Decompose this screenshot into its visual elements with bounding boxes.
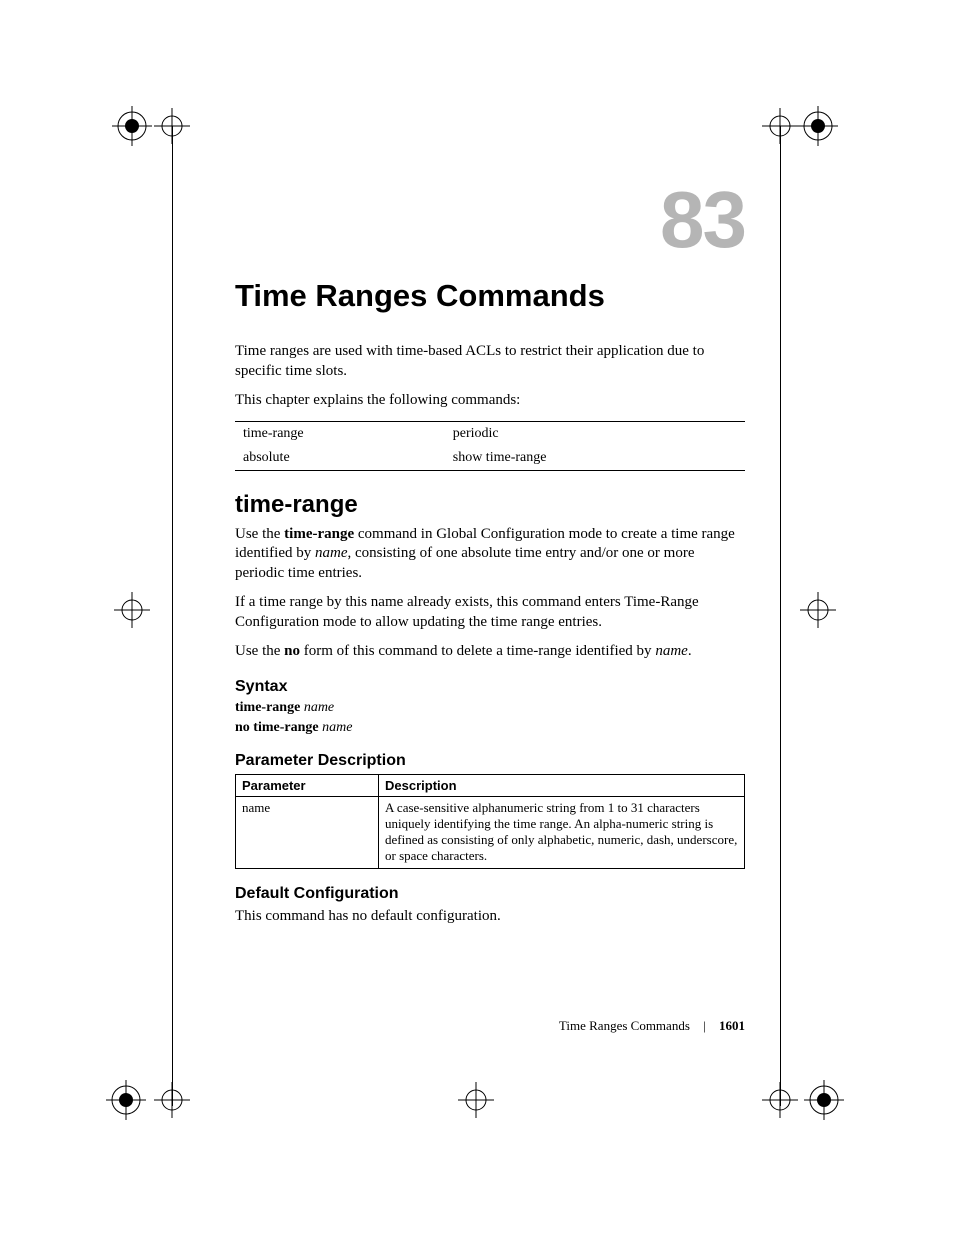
command-list-table: time-range periodic absolute show time-r… [235,421,745,471]
parameter-desc-heading: Parameter Description [235,752,745,770]
intro-paragraph: Time ranges are used with time-based ACL… [235,342,745,381]
parameter-name: name [304,700,334,715]
page-content: 83 Time Ranges Commands Time ranges are … [235,180,745,936]
text: Use the [235,643,284,659]
command-name: no time-range [235,720,322,735]
chapter-title: Time Ranges Commands [235,278,745,314]
parameter-cell: name [236,796,379,868]
command-name: time-range [284,526,354,542]
page-footer: Time Ranges Commands | 1601 [235,1018,745,1034]
table-row: name A case-sensitive alphanumeric strin… [236,796,745,868]
default-config-heading: Default Configuration [235,885,745,903]
table-row: absolute show time-range [235,446,745,471]
margin-line-icon [172,126,173,1106]
parameter-name: name [655,643,688,659]
intro-paragraph: This chapter explains the following comm… [235,391,745,411]
command-link[interactable]: absolute [235,446,445,471]
registration-mark-icon [106,1080,146,1120]
section-heading: time-range [235,491,745,519]
section-paragraph: If a time range by this name already exi… [235,593,745,632]
syntax-heading: Syntax [235,678,745,696]
margin-line-icon [780,126,781,1106]
registration-mark-icon [804,1080,844,1120]
keyword: no [284,643,300,659]
section-paragraph: Use the no form of this command to delet… [235,642,745,662]
column-header: Parameter [236,774,379,796]
table-header-row: Parameter Description [236,774,745,796]
crosshair-icon [112,590,152,630]
page-number: 1601 [719,1018,745,1033]
registration-mark-icon [112,106,152,146]
registration-mark-icon [798,106,838,146]
description-cell: A case-sensitive alphanumeric string fro… [379,796,745,868]
parameter-name: name [322,720,352,735]
command-link[interactable]: time-range [235,421,445,446]
text: Use the [235,526,284,542]
table-row: time-range periodic [235,421,745,446]
column-header: Description [379,774,745,796]
text: . [688,643,692,659]
default-config-paragraph: This command has no default configuratio… [235,907,745,927]
command-name: time-range [235,700,304,715]
parameter-table: Parameter Description name A case-sensit… [235,774,745,869]
syntax-line: no time-range name [235,720,745,736]
command-link[interactable]: show time-range [445,446,745,471]
chapter-number: 83 [235,180,745,260]
footer-section: Time Ranges Commands [559,1018,690,1033]
separator-icon: | [703,1018,706,1034]
crosshair-icon [798,590,838,630]
text: form of this command to delete a time-ra… [300,643,655,659]
syntax-line: time-range name [235,700,745,716]
parameter-name: name [315,545,348,561]
command-link[interactable]: periodic [445,421,745,446]
section-paragraph: Use the time-range command in Global Con… [235,525,745,584]
crosshair-icon [456,1080,496,1120]
